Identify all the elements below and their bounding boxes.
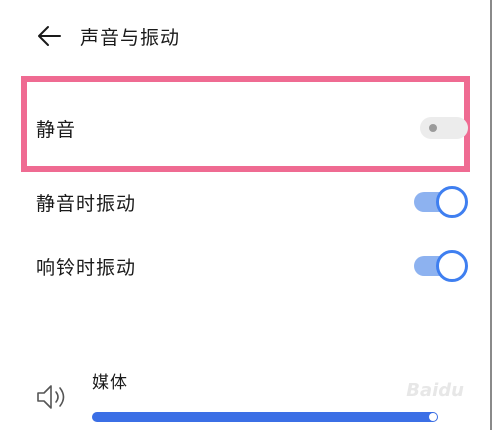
setting-row-mute[interactable]: 静音	[36, 106, 468, 150]
media-volume-slider[interactable]	[92, 412, 438, 422]
setting-row-vibrate-silent[interactable]: 静音时振动	[36, 180, 468, 224]
slider-fill	[92, 412, 438, 422]
media-label: 媒体	[92, 373, 128, 393]
setting-row-vibrate-ring[interactable]: 响铃时振动	[36, 244, 468, 288]
back-button[interactable]	[36, 21, 66, 51]
setting-label-mute: 静音	[36, 118, 77, 141]
vibrate-silent-toggle[interactable]	[414, 186, 468, 218]
page-title: 声音与振动	[80, 26, 181, 49]
toggle-knob	[436, 250, 468, 282]
arrow-left-icon	[38, 26, 61, 46]
mute-toggle[interactable]	[420, 117, 468, 139]
watermark-logo: Baidu	[406, 380, 464, 401]
speaker-icon	[37, 385, 65, 409]
header: 声音与振动	[36, 16, 180, 56]
toggle-knob	[429, 124, 437, 132]
slider-thumb[interactable]	[429, 413, 437, 421]
setting-label-vibrate-silent: 静音时振动	[36, 192, 137, 215]
toggle-knob	[436, 186, 468, 218]
vibrate-ring-toggle[interactable]	[414, 250, 468, 282]
setting-label-vibrate-ring: 响铃时振动	[36, 256, 137, 279]
